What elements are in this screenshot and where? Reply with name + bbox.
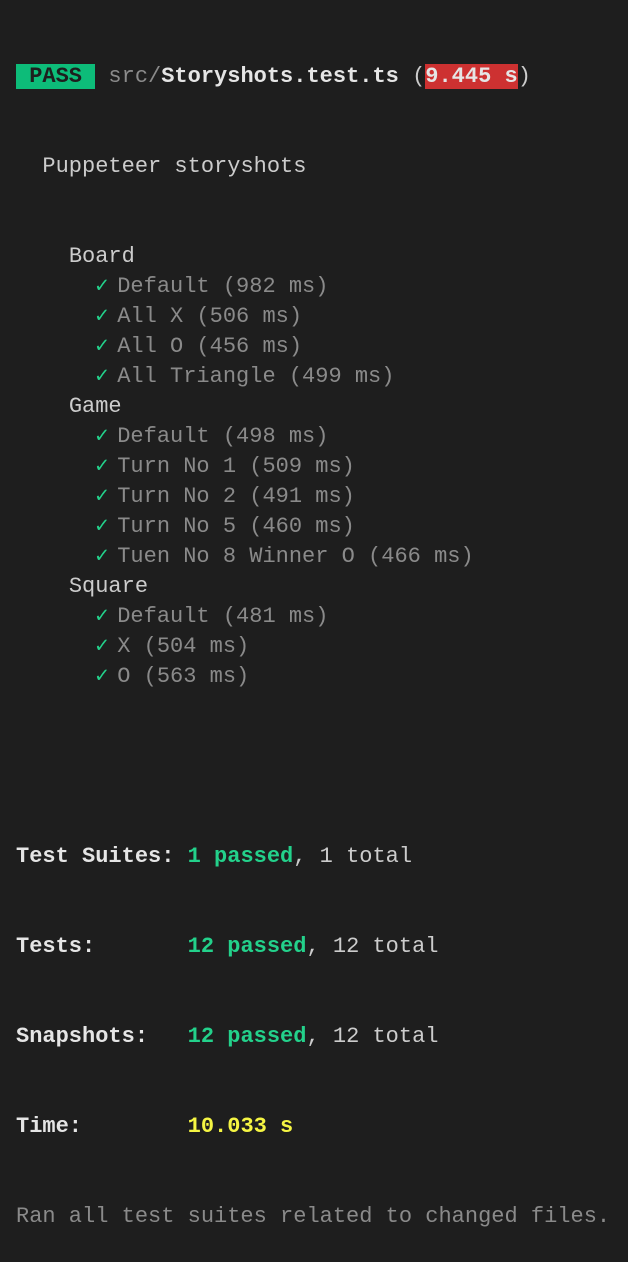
test-file-header: PASS src/Storyshots.test.ts (9.445 s) <box>16 62 610 92</box>
test-result-row: ✓ O (563 ms) <box>16 662 610 692</box>
close-paren: ) <box>517 64 531 89</box>
check-icon: ✓ <box>95 304 109 329</box>
group-name: Board <box>68 244 135 269</box>
terminal-output: PASS src/Storyshots.test.ts (9.445 s) Pu… <box>16 2 610 1262</box>
test-result-row: ✓ Default (498 ms) <box>16 422 610 452</box>
check-icon: ✓ <box>95 364 109 389</box>
open-paren: ( <box>412 64 426 89</box>
time-value: 10.033 s <box>187 1114 294 1139</box>
test-name: Turn No 5 (460 ms) <box>117 514 355 539</box>
check-icon: ✓ <box>95 454 109 479</box>
summary-tests: Tests: 12 passed, 12 total <box>16 932 610 962</box>
test-name: X (504 ms) <box>117 634 250 659</box>
test-name: Default (498 ms) <box>117 424 329 449</box>
test-name: Default (481 ms) <box>117 604 329 629</box>
test-result-row: ✓ All Triangle (499 ms) <box>16 362 610 392</box>
test-result-row: ✓ X (504 ms) <box>16 632 610 662</box>
test-name: All O (456 ms) <box>117 334 303 359</box>
status-text: PASS <box>29 64 83 89</box>
tests-total: , 12 total <box>306 934 439 959</box>
check-icon: ✓ <box>95 424 109 449</box>
test-name: Tuen No 8 Winner O (466 ms) <box>117 544 474 569</box>
suites-label: Test Suites: <box>16 844 188 869</box>
test-group-title: Board <box>16 242 610 272</box>
test-group-title: Square <box>16 572 610 602</box>
test-result-row: ✓ Turn No 2 (491 ms) <box>16 482 610 512</box>
test-result-row: ✓ Default (982 ms) <box>16 272 610 302</box>
check-icon: ✓ <box>95 334 109 359</box>
summary-time: Time: 10.033 s <box>16 1112 610 1142</box>
test-groups: Board ✓ Default (982 ms) ✓ All X (506 ms) … <box>16 242 610 692</box>
tests-label: Tests: <box>16 934 188 959</box>
test-name: All X (506 ms) <box>117 304 303 329</box>
check-icon: ✓ <box>95 664 109 689</box>
check-icon: ✓ <box>95 274 109 299</box>
suites-passed: 1 passed <box>187 844 294 869</box>
footer-message: Ran all test suites related to changed f… <box>16 1204 611 1229</box>
summary-suites: Test Suites: 1 passed, 1 total <box>16 842 610 872</box>
check-icon: ✓ <box>95 544 109 569</box>
test-file-name: Storyshots.test.ts <box>161 64 399 89</box>
test-name: All Triangle (499 ms) <box>117 364 395 389</box>
check-icon: ✓ <box>95 484 109 509</box>
snapshots-passed: 12 passed <box>187 1024 307 1049</box>
path-prefix: src/ <box>108 64 162 89</box>
test-name: O (563 ms) <box>117 664 250 689</box>
snapshots-total: , 12 total <box>306 1024 439 1049</box>
test-name: Turn No 2 (491 ms) <box>117 484 355 509</box>
duration-badge: 9.445 s <box>425 64 518 89</box>
check-icon: ✓ <box>95 604 109 629</box>
tests-passed: 12 passed <box>187 934 307 959</box>
group-name: Square <box>68 574 149 599</box>
test-result-row: ✓ Turn No 5 (460 ms) <box>16 512 610 542</box>
suite-name: Puppeteer storyshots <box>42 154 307 179</box>
test-result-row: ✓ Default (481 ms) <box>16 602 610 632</box>
time-label: Time: <box>16 1114 188 1139</box>
test-result-row: ✓ All O (456 ms) <box>16 332 610 362</box>
test-result-row: ✓ Tuen No 8 Winner O (466 ms) <box>16 542 610 572</box>
test-result-row: ✓ All X (506 ms) <box>16 302 610 332</box>
suite-title: Puppeteer storyshots <box>16 152 610 182</box>
suites-total: , 1 total <box>293 844 413 869</box>
summary-snapshots: Snapshots: 12 passed, 12 total <box>16 1022 610 1052</box>
pass-badge: PASS <box>16 64 96 89</box>
test-result-row: ✓ Turn No 1 (509 ms) <box>16 452 610 482</box>
test-group-title: Game <box>16 392 610 422</box>
check-icon: ✓ <box>95 514 109 539</box>
check-icon: ✓ <box>95 634 109 659</box>
group-name: Game <box>68 394 122 419</box>
snapshots-label: Snapshots: <box>16 1024 188 1049</box>
test-name: Turn No 1 (509 ms) <box>117 454 355 479</box>
test-name: Default (982 ms) <box>117 274 329 299</box>
